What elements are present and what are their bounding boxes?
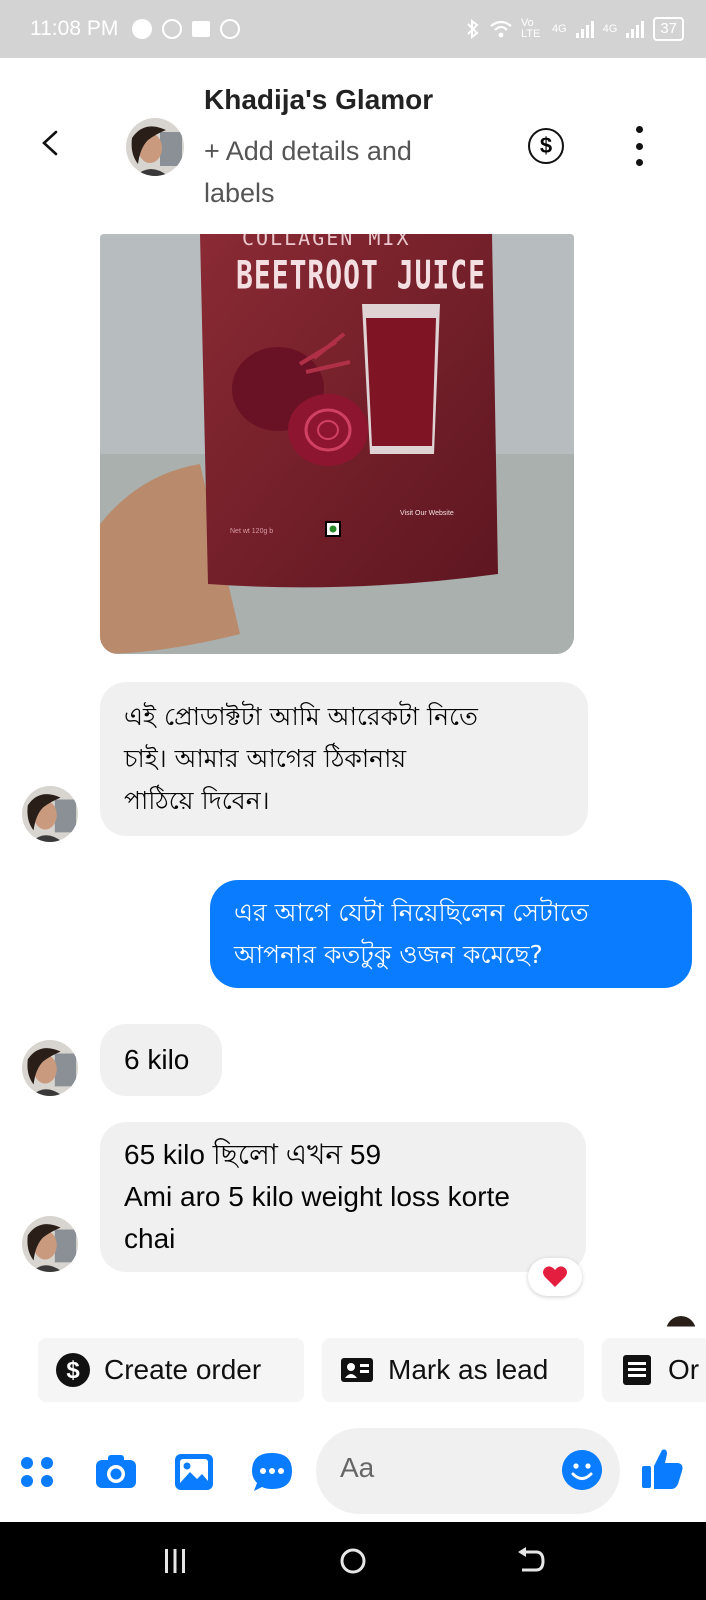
message-composer: Aa	[0, 1422, 706, 1522]
contact-card-icon	[341, 1358, 373, 1382]
pack-product-name: BEETROOT JUICE	[236, 252, 487, 299]
signal-1-icon	[575, 20, 594, 38]
message-line: Ami aro 5 kilo weight loss korte	[124, 1181, 510, 1212]
message-input-placeholder: Aa	[340, 1452, 375, 1483]
sender-avatar[interactable]	[22, 786, 78, 842]
mark-as-lead-button[interactable]: Mark as lead	[322, 1338, 584, 1402]
whatsapp-notification-icon	[220, 19, 241, 39]
home-icon[interactable]	[336, 1544, 370, 1578]
svg-text:$: $	[66, 1357, 80, 1384]
volte-label: Vo LTE	[520, 17, 541, 40]
create-order-button[interactable]: $ Create order	[38, 1338, 304, 1402]
product-photo[interactable]: COLLAGEN MIX BEETROOT JUICE Visit Our We…	[100, 234, 574, 654]
status-right: Vo LTE 4G 4G 37	[465, 17, 684, 41]
mark-as-lead-label: Mark as lead	[388, 1354, 549, 1385]
bluetooth-icon	[467, 19, 479, 39]
sender-avatar[interactable]	[22, 1216, 78, 1272]
gallery-icon[interactable]	[172, 1450, 216, 1494]
payment-dollar-icon[interactable]: $	[528, 128, 564, 164]
heart-icon	[543, 1266, 567, 1287]
contact-name[interactable]: Khadija's Glamor	[204, 84, 433, 116]
more-options-icon[interactable]	[632, 126, 646, 166]
message-line: চাই। আমার আগের ঠিকানায়	[124, 744, 407, 773]
wifi-icon	[490, 20, 512, 38]
apps-icon[interactable]	[16, 1450, 60, 1494]
message-line: পাঠিয়ে দিবেন।	[124, 786, 270, 815]
pack-visit-text: Visit Our Website	[400, 510, 454, 517]
heart-reaction[interactable]	[528, 1258, 582, 1296]
message-line: আপনার কতটুকু ওজন কমেছে?	[234, 940, 543, 969]
back-chevron-icon[interactable]	[38, 130, 64, 156]
messenger-notification-icon	[132, 19, 153, 39]
chat-notification-icon	[192, 21, 211, 37]
order-label: Or	[668, 1354, 700, 1385]
message-bubble-incoming[interactable]: এই প্রোডাক্টটা আমি আরেকটা নিতে চাই। আমার…	[100, 682, 588, 836]
document-icon	[623, 1355, 651, 1385]
order-button[interactable]: Or	[602, 1338, 706, 1402]
message-bubble-outgoing[interactable]: এর আগে যেটা নিয়েছিলেন সেটাতে আপনার কতটু…	[210, 880, 692, 988]
pack-top-text: COLLAGEN MIX	[242, 234, 411, 250]
camera-icon[interactable]	[94, 1450, 138, 1494]
sender-avatar[interactable]	[22, 1040, 78, 1096]
status-bar: 11:08 PM Vo LTE 4G 4G 37	[0, 0, 706, 58]
avatar-photo	[22, 786, 78, 842]
message-line: 65 kilo ছিলো এখন 59	[124, 1139, 382, 1170]
avatar-photo	[22, 1216, 78, 1272]
recent-apps-icon[interactable]	[158, 1544, 192, 1578]
avatar-photo	[22, 1040, 78, 1096]
message-line: এর আগে যেটা নিয়েছিলেন সেটাতে	[234, 898, 589, 927]
notification-icons	[132, 19, 241, 39]
create-order-label: Create order	[104, 1354, 262, 1385]
back-icon[interactable]	[514, 1544, 548, 1578]
more-icon[interactable]	[250, 1450, 294, 1494]
battery-indicator: 37	[653, 17, 684, 41]
status-time: 11:08 PM	[30, 17, 119, 40]
message-line: 6 kilo	[124, 1044, 190, 1075]
message-bubble-incoming[interactable]: 65 kilo ছিলো এখন 59 Ami aro 5 kilo weigh…	[100, 1122, 586, 1272]
blocked-notification-icon	[162, 19, 183, 39]
pack-weight-text: Net wt 120g b	[230, 528, 274, 535]
add-details-link[interactable]: + Add details and labels	[204, 130, 474, 214]
dollar-circle-icon: $	[56, 1353, 90, 1387]
emoji-icon[interactable]	[562, 1450, 602, 1490]
system-nav-bar	[0, 1522, 706, 1600]
message-line: এই প্রোডাক্টটা আমি আরেকটা নিতে	[124, 702, 478, 731]
signal-2-icon	[626, 20, 645, 38]
message-bubble-incoming[interactable]: 6 kilo	[100, 1024, 222, 1096]
signal-type-2: 4G	[602, 23, 618, 35]
conversation-header: Khadija's Glamor + Add details and label…	[0, 58, 706, 228]
contact-avatar[interactable]	[126, 118, 184, 176]
signal-type-1: 4G	[551, 23, 567, 35]
message-input[interactable]: Aa	[316, 1428, 620, 1514]
avatar-photo	[126, 118, 184, 176]
like-icon[interactable]	[640, 1446, 686, 1492]
message-line: chai	[124, 1223, 176, 1254]
